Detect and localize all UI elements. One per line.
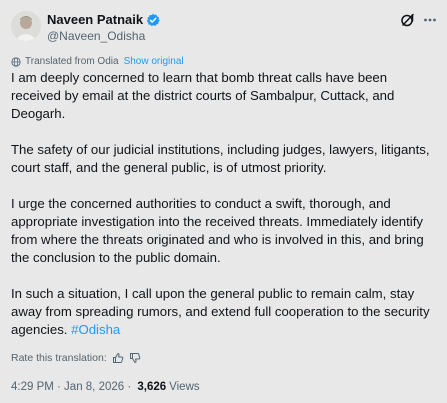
avatar-image (11, 11, 41, 41)
author-name-row: Naveen Patnaik (47, 12, 160, 27)
rate-translation-label: Rate this translation: (11, 352, 107, 364)
author-handle[interactable]: @Naveen_Odisha (47, 29, 145, 43)
views-count: 3,626 (137, 381, 167, 393)
post-timestamp[interactable]: 4:29 PM · Jan 8, 2026 · (11, 381, 134, 393)
hashtag-link[interactable]: #Odisha (71, 322, 120, 337)
verified-badge-icon (146, 13, 160, 27)
post-paragraph: The safety of our judicial institutions,… (11, 142, 430, 175)
translation-notice: Translated from Odia Show original (11, 56, 184, 67)
post-card: Naveen Patnaik @Naveen_Odisha Translated… (0, 0, 447, 403)
thumbs-up-icon[interactable] (112, 352, 124, 364)
more-icon[interactable] (423, 12, 437, 28)
thumbs-down-icon[interactable] (129, 352, 141, 364)
globe-icon (11, 56, 21, 67)
author-name[interactable]: Naveen Patnaik (47, 12, 143, 27)
post-paragraph: I urge the concerned authorities to cond… (11, 196, 424, 265)
views-label: Views (169, 381, 200, 393)
post-body: I am deeply concerned to learn that bomb… (11, 69, 439, 357)
post-paragraph-last: In such a situation, I call upon the gen… (11, 285, 439, 339)
rate-translation-row: Rate this translation: (11, 352, 141, 364)
grok-icon[interactable] (400, 12, 416, 28)
avatar[interactable] (11, 11, 41, 41)
translated-label: Translated from Odia (25, 56, 119, 67)
show-original-link[interactable]: Show original (124, 56, 184, 67)
post-meta: 4:29 PM · Jan 8, 2026 · 3,626 Views (11, 381, 200, 393)
post-paragraph: I am deeply concerned to learn that bomb… (11, 70, 395, 121)
